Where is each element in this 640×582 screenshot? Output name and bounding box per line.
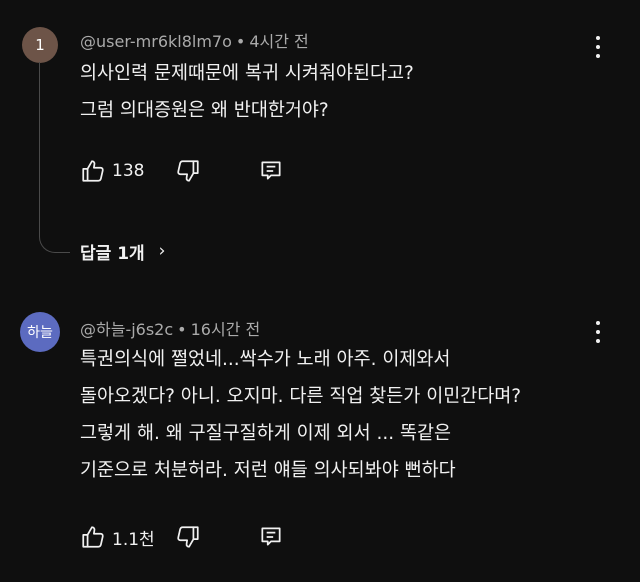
thumbs-up-icon — [82, 160, 104, 182]
comment-line: 그럼 의대증원은 왜 반대한거야? — [80, 100, 329, 121]
like-button[interactable]: 1.1천 — [80, 522, 155, 552]
meta-separator: • — [235, 32, 246, 51]
comment-actions: 138 — [80, 156, 300, 186]
avatar-initial: 하늘 — [27, 325, 53, 341]
comment-line: 특권의식에 쩔었네...싹수가 노래 아주. 이제와서 — [80, 349, 451, 370]
comment-actions: 1.1천 — [80, 522, 300, 552]
thread-connector — [39, 62, 70, 253]
comment-time[interactable]: 4시간 전 — [249, 32, 308, 51]
comment-line: 의사인력 문제때문에 복귀 시켜줘야된다고? — [80, 63, 414, 84]
comment-line: 기준으로 처분허라. 저런 얘들 의사되봐야 뻔하다 — [80, 460, 456, 481]
comment-meta: @하늘-j6s2c • 16시간 전 — [80, 316, 260, 340]
more-vert-icon[interactable] — [588, 35, 608, 59]
meta-separator: • — [177, 320, 187, 339]
like-button[interactable]: 138 — [80, 156, 144, 186]
reply-icon — [261, 527, 281, 546]
avatar[interactable]: 하늘 — [20, 312, 60, 352]
comment-username[interactable]: @user-mr6kl8lm7o — [80, 32, 232, 51]
comment-text: 의사인력 문제때문에 복귀 시켜줘야된다고? 그럼 의대증원은 왜 반대한거야? — [80, 55, 414, 129]
like-count: 1.1천 — [112, 529, 155, 550]
replies-button[interactable]: 답글 1개 › — [80, 236, 165, 266]
chevron-right-icon: › — [158, 241, 166, 261]
replies-label: 답글 1개 — [80, 243, 145, 264]
comment-line: 그렇게 해. 왜 구질구질하게 이제 외서 ... 똑같은 — [80, 423, 452, 444]
thumbs-up-icon — [82, 526, 104, 548]
thumbs-down-icon — [177, 160, 199, 182]
reply-icon — [261, 161, 281, 180]
comment-username[interactable]: @하늘-j6s2c — [80, 320, 173, 339]
comment-text: 특권의식에 쩔었네...싹수가 노래 아주. 이제와서 돌아오겠다? 아니. 오… — [80, 341, 521, 489]
dislike-button[interactable] — [175, 522, 201, 552]
like-count: 138 — [112, 161, 145, 181]
comment-time[interactable]: 16시간 전 — [191, 320, 261, 339]
more-vert-icon[interactable] — [588, 320, 608, 344]
comment-meta: @user-mr6kl8lm7o • 4시간 전 — [80, 28, 309, 52]
avatar-initial: 1 — [35, 36, 45, 54]
dislike-button[interactable] — [175, 156, 201, 186]
avatar[interactable]: 1 — [22, 27, 58, 63]
reply-button[interactable] — [258, 522, 284, 552]
comment-line: 돌아오겠다? 아니. 오지마. 다른 직업 찾든가 이민간다며? — [80, 386, 522, 407]
reply-button[interactable] — [258, 156, 284, 186]
thumbs-down-icon — [177, 526, 199, 548]
